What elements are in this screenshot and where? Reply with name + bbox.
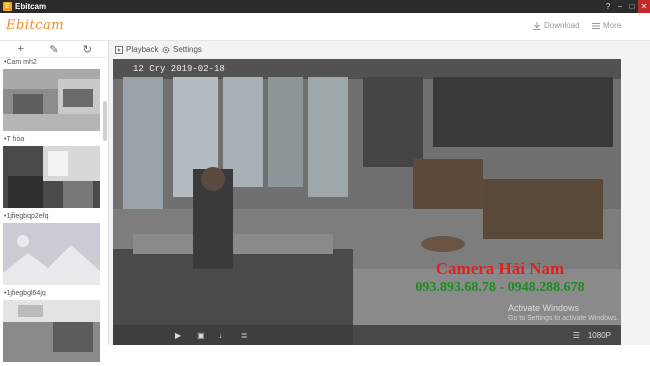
activate-windows-title: Activate Windows <box>508 303 580 313</box>
camera-label: •1jfiegbgl64jq <box>4 290 46 297</box>
window-controls: ? − □ ✕ <box>602 0 650 13</box>
tab-playback-label: Playback <box>126 45 159 54</box>
camera-item[interactable]: •T hòa <box>0 135 108 212</box>
tab-playback[interactable]: Playback <box>115 45 158 54</box>
watermark-overlay: Camera Hải Nam 093.893.68.78 - 0948.288.… <box>379 259 621 297</box>
ptz-icon[interactable]: ≣ <box>241 331 248 340</box>
camera-item[interactable]: •1jfiegbgl64jq <box>0 289 108 366</box>
add-camera-button[interactable]: + <box>14 43 28 55</box>
watermark-phone: 093.893.68.78 - 0948.288.678 <box>415 280 585 295</box>
watermark-title: Camera Hải Nam <box>435 259 565 278</box>
app-icon: E <box>3 2 12 11</box>
gear-icon <box>162 46 170 53</box>
download-label: Download <box>544 21 580 30</box>
video-control-bar: ▶ ▣ ♩ ≣ ☰ 1080P <box>113 325 621 345</box>
menu-icon <box>592 22 600 29</box>
minimize-button[interactable]: − <box>614 0 626 13</box>
maximize-button[interactable]: □ <box>626 0 638 13</box>
help-button[interactable]: ? <box>602 0 614 13</box>
camera-label: •Cam mh2 <box>4 59 37 66</box>
tab-settings[interactable]: Settings <box>162 45 202 54</box>
camera-label: •1jfiegbqp2efq <box>4 213 49 220</box>
camera-sidebar: + ✎ ↻ •Cam mh2 •T hòa •1jfiegbqp2efq •1j… <box>0 41 109 362</box>
sidebar-toolbar: + ✎ ↻ <box>0 41 108 58</box>
camera-item[interactable]: •1jfiegbqp2efq <box>0 212 108 289</box>
quality-selector[interactable]: 1080P <box>588 331 611 340</box>
volume-icon[interactable]: ☰ <box>573 331 580 340</box>
camera-thumbnail[interactable] <box>3 69 100 131</box>
app-title: Ebitcam <box>15 2 47 11</box>
tab-settings-label: Settings <box>173 45 202 54</box>
live-video-view[interactable]: 12 Cry 2019-02-18 Camera Hải Nam 093.893… <box>113 59 621 345</box>
camera-list: •Cam mh2 •T hòa •1jfiegbqp2efq •1jfiegbg… <box>0 58 108 366</box>
ebitcam-logo: Ebitcam <box>6 18 65 33</box>
microphone-icon[interactable]: ♩ <box>219 331 227 340</box>
camera-thumbnail-placeholder[interactable] <box>3 223 100 285</box>
camera-label: •T hòa <box>4 136 25 143</box>
camera-thumbnail[interactable] <box>3 146 100 208</box>
more-button[interactable]: More <box>592 21 621 30</box>
camera-item[interactable]: •Cam mh2 <box>0 58 108 135</box>
refresh-icon[interactable]: ↻ <box>80 43 94 56</box>
video-timestamp: 12 Cry 2019-02-18 <box>133 64 225 74</box>
playback-icon <box>115 45 123 54</box>
right-gutter <box>623 59 648 345</box>
camera-thumbnail[interactable] <box>3 300 100 362</box>
edit-icon[interactable]: ✎ <box>47 43 61 56</box>
view-tabs: Playback Settings <box>109 41 650 57</box>
snapshot-icon[interactable]: ▣ <box>197 331 205 340</box>
image-placeholder-icon <box>3 223 100 285</box>
more-label: More <box>603 21 622 30</box>
close-button[interactable]: ✕ <box>638 0 650 13</box>
activate-windows-hint: Go to Settings to activate Windows. <box>508 315 619 322</box>
app-header: Ebitcam Download More <box>0 13 650 41</box>
download-button[interactable]: Download <box>533 21 580 30</box>
download-icon <box>533 21 541 30</box>
title-bar: E Ebitcam ? − □ ✕ <box>0 0 650 13</box>
sidebar-scrollbar[interactable] <box>103 101 107 141</box>
main-panel: Playback Settings 12 Cry 2019-02-18 Came… <box>109 41 650 345</box>
play-button[interactable]: ▶ <box>175 331 181 340</box>
